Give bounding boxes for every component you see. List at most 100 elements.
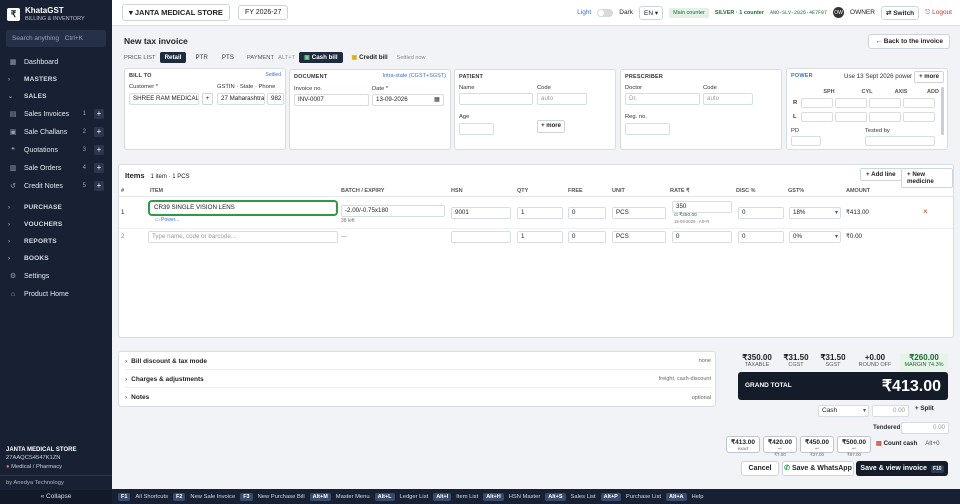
shortcut-item-list[interactable]: Item List — [456, 494, 478, 500]
sidebar-item-quotations[interactable]: ❝ Quotations 3 + — [0, 141, 112, 159]
invoice-no-input[interactable]: INV-0007 — [294, 94, 369, 106]
add-icon[interactable]: + — [94, 145, 104, 155]
row2-item-input[interactable]: Type name, code or barcode... — [148, 231, 338, 243]
row1-disc-input[interactable]: 0 — [738, 207, 784, 219]
r-sph-input[interactable] — [801, 98, 833, 108]
quick-amount-2[interactable]: ₹420.00 ↩ ₹7.00 — [763, 436, 797, 457]
row2-gst-select[interactable]: 0% — [789, 231, 841, 243]
payment-amount-input[interactable]: 0.00 — [872, 405, 909, 417]
new-medicine-button[interactable]: + New medicine — [901, 168, 953, 188]
row1-delete-icon[interactable]: × — [923, 207, 928, 216]
shortcut-new-sale[interactable]: New Sale Invoice — [190, 494, 235, 500]
l-axis-input[interactable] — [869, 112, 901, 122]
date-input[interactable]: 13-09-2026 ▦ — [372, 94, 444, 106]
row1-qty-input[interactable]: 1 — [517, 207, 563, 219]
patient-name-input[interactable] — [459, 93, 533, 105]
brand[interactable]: ₹ KhataGST BILLING & INVENTORY — [0, 0, 112, 28]
fy-switcher[interactable]: FY 2026-27 — [237, 5, 289, 20]
row1-rate-input[interactable]: 350 — [672, 201, 732, 213]
row2-free-input[interactable]: 0 — [568, 231, 606, 243]
sidebar-group-masters[interactable]: › MASTERS — [0, 71, 112, 88]
price-tab-pts[interactable]: PTS — [217, 52, 239, 63]
r-axis-input[interactable] — [869, 98, 901, 108]
patient-more-button[interactable]: + more — [537, 120, 565, 133]
payment-mode-select[interactable]: Cash — [818, 405, 869, 417]
sidebar-item-sale-challans[interactable]: ▣ Sale Challans 2 + — [0, 123, 112, 141]
split-payment-button[interactable]: + Split — [915, 405, 934, 412]
quick-amount-1[interactable]: ₹413.00 exact — [726, 436, 760, 453]
tendered-input[interactable]: 0.00 — [901, 422, 949, 434]
switch-button[interactable]: ⇄ Switch — [880, 5, 920, 20]
shortcut-sales-list[interactable]: Sales List — [571, 494, 596, 500]
row2-rate-input[interactable]: 0 — [672, 231, 732, 243]
add-icon[interactable]: + — [94, 181, 104, 191]
store-switcher[interactable]: ▾ JANTA MEDICAL STORE — [122, 4, 230, 21]
r-cyl-input[interactable] — [835, 98, 867, 108]
row1-gst-select[interactable]: 18% — [789, 207, 841, 219]
collapse-button[interactable]: « Collapse — [0, 490, 112, 504]
patient-code-input[interactable]: auto — [537, 93, 587, 105]
row1-item-input[interactable]: CR39 SINGLE VISION LENS — [148, 200, 338, 216]
sidebar-group-sales[interactable]: ⌄ SALES — [0, 88, 112, 105]
l-cyl-input[interactable] — [835, 112, 867, 122]
count-cash-button[interactable]: ▤ Count cash Alt+0 — [876, 440, 940, 447]
shortcut-ledger-list[interactable]: Ledger List — [400, 494, 429, 500]
row2-disc-input[interactable]: 0 — [738, 231, 784, 243]
phone-input[interactable]: 982 — [267, 93, 284, 105]
patient-age-input[interactable] — [459, 123, 494, 135]
customer-input[interactable]: SHREE RAM MEDICAL — [129, 93, 199, 105]
quick-amount-3[interactable]: ₹450.00 ↩ ₹37.00 — [800, 436, 834, 457]
credit-bill-button[interactable]: ▣ Credit bill — [347, 52, 393, 63]
bill-discount-row[interactable]: › Bill discount & tax mode none — [125, 353, 711, 370]
sidebar-search[interactable]: Search anything Ctrl+K — [6, 30, 106, 47]
add-line-button[interactable]: + Add line — [860, 168, 902, 181]
sidebar-group-purchase[interactable]: › PURCHASE — [0, 199, 112, 216]
add-icon[interactable]: + — [94, 163, 104, 173]
shortcut-purchase-list[interactable]: Purchase List — [626, 494, 661, 500]
shortcut-help[interactable]: Help — [692, 494, 704, 500]
logout-button[interactable]: ⎋ Logout — [925, 9, 952, 17]
price-tab-ptr[interactable]: PTR — [190, 52, 212, 63]
theme-toggle[interactable] — [597, 8, 614, 17]
add-icon[interactable]: + — [94, 127, 104, 137]
tested-by-input[interactable] — [865, 136, 935, 146]
sidebar-item-settings[interactable]: ⚙ Settings — [0, 267, 112, 285]
customer-add-button[interactable]: + — [202, 93, 213, 105]
cancel-button[interactable]: Cancel — [741, 461, 779, 476]
row1-free-input[interactable]: 0 — [568, 207, 606, 219]
calendar-icon[interactable]: ▦ — [434, 95, 440, 105]
row2-hsn-input[interactable] — [451, 231, 511, 243]
doctor-code-input[interactable]: auto — [703, 93, 753, 105]
shortcut-hsn-master[interactable]: HSN Master — [509, 494, 541, 500]
add-icon[interactable]: + — [94, 109, 104, 119]
avatar[interactable]: OW — [833, 7, 845, 18]
row2-unit-select[interactable]: PCS — [612, 231, 666, 243]
quick-amount-4[interactable]: ₹500.00 ↩ ₹87.00 — [837, 436, 871, 457]
charges-row[interactable]: › Charges & adjustments freight, cash-disc… — [125, 371, 711, 388]
sidebar-item-sales-invoices[interactable]: ▤ Sales Invoices 1 + — [0, 105, 112, 123]
row1-unit-select[interactable]: PCS — [612, 207, 666, 219]
shortcut-all[interactable]: All Shortcuts — [135, 494, 168, 500]
sidebar-item-credit-notes[interactable]: ↺ Credit Notes 5 + — [0, 177, 112, 195]
row2-qty-input[interactable]: 1 — [517, 231, 563, 243]
sidebar-group-vouchers[interactable]: › VOUCHERS — [0, 216, 112, 233]
back-to-invoice-button[interactable]: ← Back to the invoice — [868, 34, 950, 49]
l-sph-input[interactable] — [801, 112, 833, 122]
power-more-button[interactable]: + more — [914, 71, 944, 83]
save-whatsapp-button[interactable]: ✆ Save & WhatsApp — [782, 461, 854, 476]
language-select[interactable]: EN ▾ — [638, 5, 664, 20]
notes-row[interactable]: › Notes optional — [125, 389, 711, 406]
doctor-input[interactable]: Dr. — [625, 93, 700, 105]
row1-power-link[interactable]: ▭ Power... — [155, 217, 179, 223]
state-input[interactable]: 27 Maharashtra — [217, 93, 265, 105]
shortcut-new-purchase[interactable]: New Purchase Bill — [258, 494, 305, 500]
row1-batch-input[interactable]: -2.00/-0.75x180 — [341, 205, 445, 217]
power-scrollbar[interactable] — [941, 87, 944, 135]
row1-hsn-input[interactable]: 9001 — [451, 207, 511, 219]
save-view-button[interactable]: Save & view invoice F10 — [856, 461, 948, 476]
pd-input[interactable] — [791, 136, 821, 146]
sidebar-group-reports[interactable]: › REPORTS — [0, 233, 112, 250]
r-add-input[interactable] — [903, 98, 935, 108]
shortcut-master-menu[interactable]: Master Menu — [336, 494, 370, 500]
sidebar-item-sale-orders[interactable]: ▥ Sale Orders 4 + — [0, 159, 112, 177]
